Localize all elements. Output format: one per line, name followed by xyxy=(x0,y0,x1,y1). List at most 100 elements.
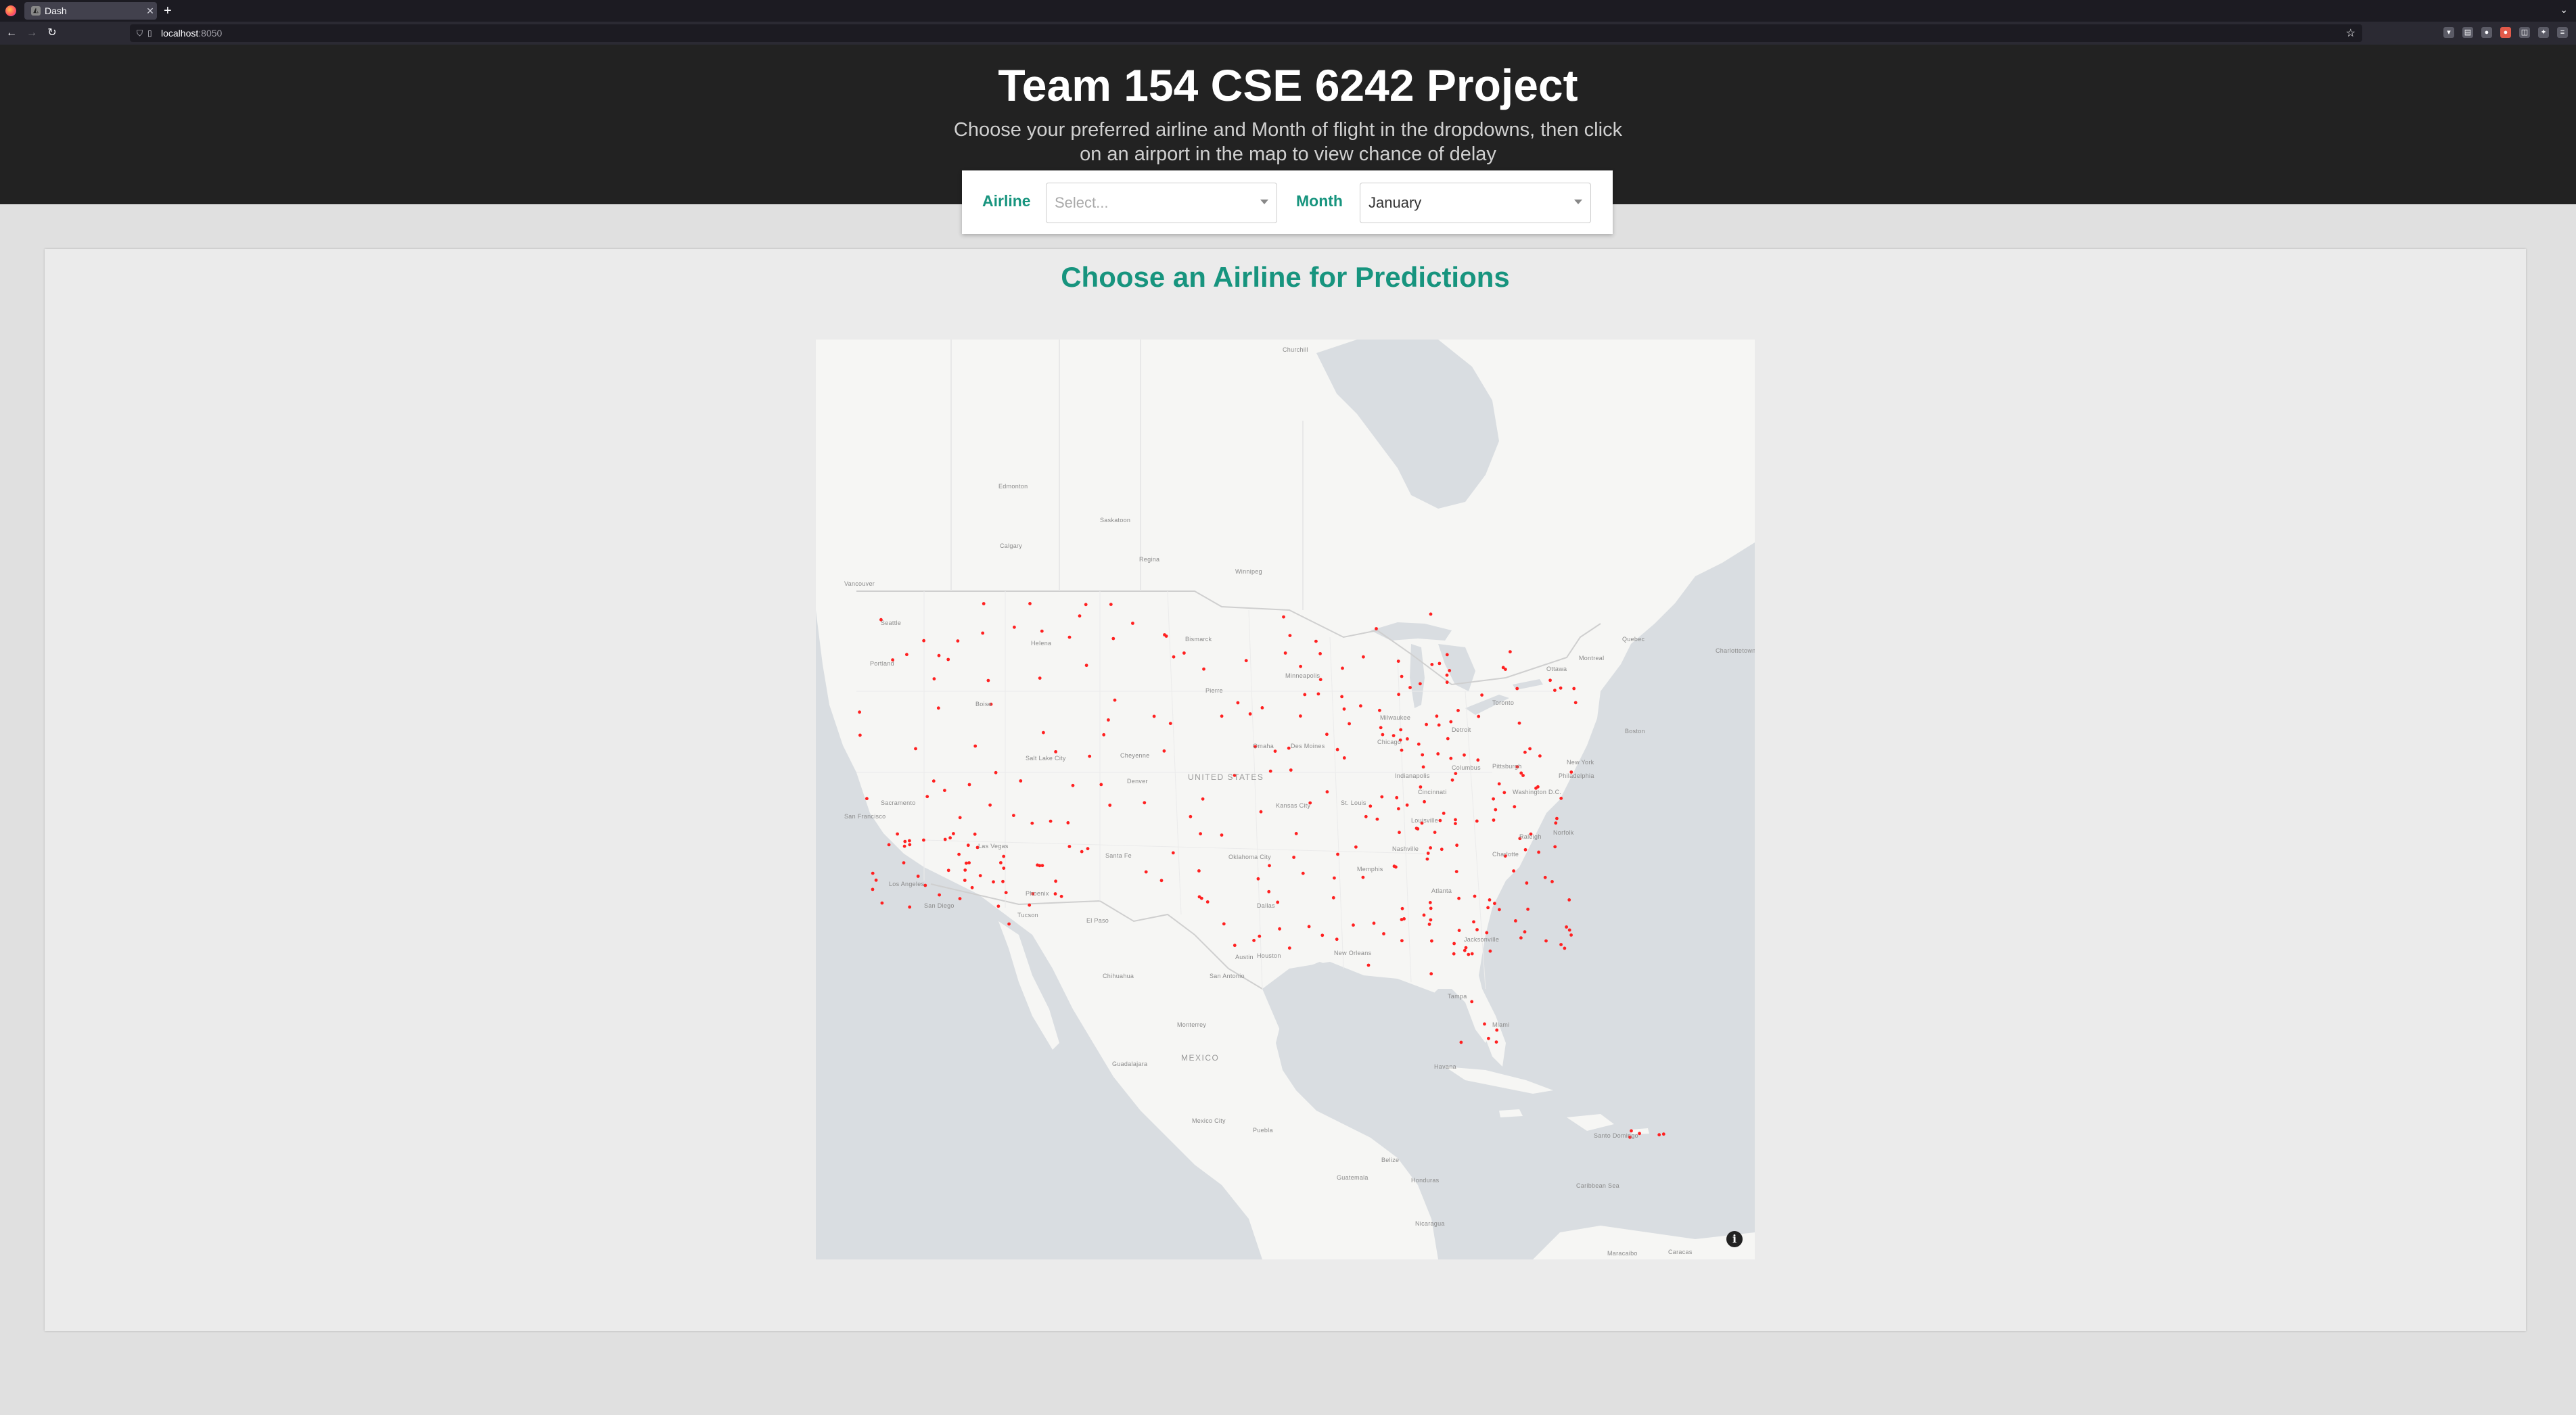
airport-marker[interactable] xyxy=(1292,856,1295,859)
airport-marker[interactable] xyxy=(1364,814,1368,818)
airport-marker[interactable] xyxy=(943,837,947,841)
airport-marker[interactable] xyxy=(1454,818,1457,822)
airport-marker[interactable] xyxy=(1380,795,1384,799)
airport-marker[interactable] xyxy=(1071,783,1075,787)
airport-marker[interactable] xyxy=(1445,673,1449,677)
airport-marker[interactable] xyxy=(1512,869,1515,873)
airport-marker[interactable] xyxy=(1359,704,1362,708)
airport-marker[interactable] xyxy=(1475,928,1479,931)
airport-marker[interactable] xyxy=(1040,629,1044,633)
airport-marker[interactable] xyxy=(1099,783,1103,787)
airport-marker[interactable] xyxy=(1244,659,1248,663)
airport-marker[interactable] xyxy=(908,839,911,843)
airport-marker[interactable] xyxy=(1335,937,1339,942)
airport-marker[interactable] xyxy=(1400,906,1404,910)
airport-marker[interactable] xyxy=(1378,708,1381,712)
airport-marker[interactable] xyxy=(1537,850,1540,854)
airport-marker[interactable] xyxy=(1307,925,1311,929)
tracking-shield-icon[interactable]: ⛉ xyxy=(137,28,147,39)
airport-marker[interactable] xyxy=(880,901,884,905)
airport-marker[interactable] xyxy=(1335,747,1339,751)
airport-marker[interactable] xyxy=(914,747,917,751)
airport-marker[interactable] xyxy=(1569,933,1573,937)
airport-marker[interactable] xyxy=(1375,817,1379,821)
airport-marker[interactable] xyxy=(1430,939,1433,943)
airport-marker[interactable] xyxy=(1002,854,1006,858)
airport-marker[interactable] xyxy=(1438,818,1442,822)
airport-marker[interactable] xyxy=(1528,747,1532,751)
airport-marker[interactable] xyxy=(1475,819,1479,823)
airport-marker[interactable] xyxy=(981,631,985,635)
airport-marker[interactable] xyxy=(1397,807,1400,811)
back-icon[interactable]: ← xyxy=(4,26,19,41)
airport-marker[interactable] xyxy=(1414,827,1419,830)
airport-marker[interactable] xyxy=(1172,655,1176,659)
airport-marker[interactable] xyxy=(1437,723,1441,727)
airport-marker[interactable] xyxy=(1423,799,1426,804)
airport-marker[interactable] xyxy=(1567,928,1571,932)
airport-marker[interactable] xyxy=(1084,664,1088,668)
airport-marker[interactable] xyxy=(1303,693,1307,697)
airport-marker[interactable] xyxy=(1201,797,1205,801)
airport-marker[interactable] xyxy=(1395,795,1399,799)
airport-marker[interactable] xyxy=(1287,746,1291,750)
airport-marker[interactable] xyxy=(1256,877,1260,881)
airport-marker[interactable] xyxy=(1299,714,1302,718)
airport-marker[interactable] xyxy=(1397,693,1400,697)
airport-marker[interactable] xyxy=(1448,669,1452,672)
airport-marker[interactable] xyxy=(1252,939,1256,942)
airport-marker[interactable] xyxy=(1559,686,1563,690)
airport-marker[interactable] xyxy=(1514,919,1517,923)
airport-marker[interactable] xyxy=(1436,752,1440,756)
airport-marker[interactable] xyxy=(1362,655,1365,659)
airport-marker[interactable] xyxy=(1486,906,1490,910)
airport-marker[interactable] xyxy=(1476,758,1480,762)
airport-marker[interactable] xyxy=(1488,949,1492,953)
airport-marker[interactable] xyxy=(965,861,968,865)
airport-marker[interactable] xyxy=(1657,1133,1661,1137)
airport-marker[interactable] xyxy=(1429,846,1432,850)
airport-marker[interactable] xyxy=(1113,698,1117,702)
airport-marker[interactable] xyxy=(1143,801,1147,805)
airport-marker[interactable] xyxy=(1004,891,1008,895)
airport-marker[interactable] xyxy=(1381,733,1385,737)
airport-marker[interactable] xyxy=(958,897,962,900)
airport-marker[interactable] xyxy=(1519,936,1523,940)
airport-marker[interactable] xyxy=(1038,676,1042,680)
airport-marker[interactable] xyxy=(938,893,941,897)
forward-icon[interactable]: → xyxy=(24,26,39,41)
airport-marker[interactable] xyxy=(1572,687,1576,691)
airport-marker[interactable] xyxy=(1248,712,1252,716)
airport-marker[interactable] xyxy=(1325,733,1329,737)
airport-marker[interactable] xyxy=(1287,946,1291,950)
airport-marker[interactable] xyxy=(1427,923,1431,926)
airport-marker[interactable] xyxy=(1480,693,1484,697)
airport-marker[interactable] xyxy=(1495,1028,1499,1032)
airport-marker[interactable] xyxy=(946,868,950,873)
airport-marker[interactable] xyxy=(916,875,920,878)
airport-marker[interactable] xyxy=(1425,857,1429,861)
airport-marker[interactable] xyxy=(925,795,929,799)
airport-marker[interactable] xyxy=(1553,689,1557,692)
airport-marker[interactable] xyxy=(1354,845,1358,849)
airport-marker[interactable] xyxy=(1400,748,1404,752)
airport-marker[interactable] xyxy=(887,843,891,847)
airport-marker[interactable] xyxy=(957,852,961,856)
airport-marker[interactable] xyxy=(1040,864,1044,868)
airport-marker[interactable] xyxy=(905,653,908,657)
airport-marker[interactable] xyxy=(1494,1040,1498,1044)
airport-marker[interactable] xyxy=(1366,963,1371,967)
airport-marker[interactable] xyxy=(908,843,912,847)
airport-marker[interactable] xyxy=(1502,791,1506,795)
airport-marker[interactable] xyxy=(1513,805,1517,809)
airport-marker[interactable] xyxy=(1260,706,1264,710)
airport-marker[interactable] xyxy=(1159,879,1164,883)
airport-marker[interactable] xyxy=(1457,896,1460,900)
airport-marker[interactable] xyxy=(958,816,962,820)
airport-marker[interactable] xyxy=(1054,879,1057,883)
airport-marker[interactable] xyxy=(1080,850,1084,854)
airport-marker[interactable] xyxy=(1548,678,1552,682)
airport-marker[interactable] xyxy=(1108,804,1112,807)
airport-marker[interactable] xyxy=(956,639,960,643)
airport-marker[interactable] xyxy=(932,677,936,680)
